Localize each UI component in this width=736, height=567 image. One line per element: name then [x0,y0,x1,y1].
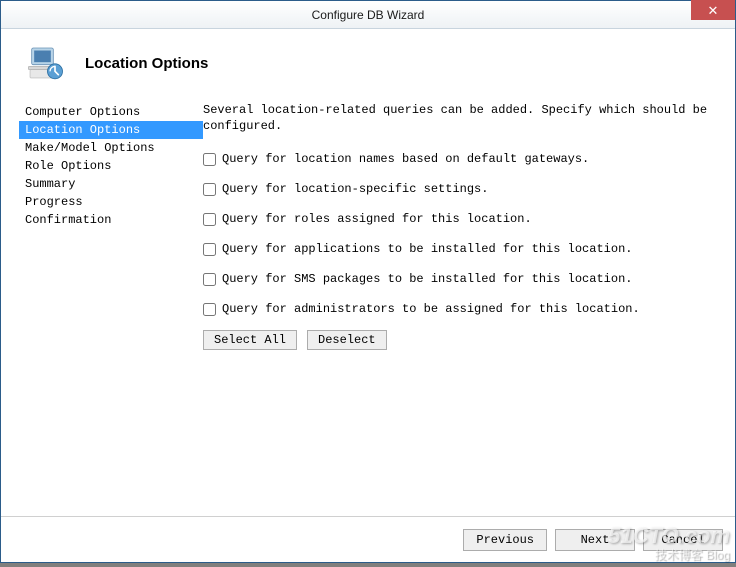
content-area: Location Options Computer Options Locati… [1,29,735,562]
sidebar: Computer Options Location Options Make/M… [19,99,203,516]
computer-icon [25,43,65,83]
select-button-row: Select All Deselect [203,330,717,350]
cancel-button[interactable]: Cancel [643,529,723,551]
label-sms-packages[interactable]: Query for SMS packages to be installed f… [222,272,632,286]
label-settings[interactable]: Query for location-specific settings. [222,182,488,196]
option-row-applications: Query for applications to be installed f… [203,242,717,256]
deselect-button[interactable]: Deselect [307,330,387,350]
sidebar-item-progress[interactable]: Progress [19,193,203,211]
page-title: Location Options [85,55,208,72]
next-button[interactable]: Next [555,529,635,551]
sidebar-item-make-model-options[interactable]: Make/Model Options [19,139,203,157]
option-row-administrators: Query for administrators to be assigned … [203,302,717,316]
footer: Previous Next Cancel [1,516,735,562]
sidebar-item-location-options[interactable]: Location Options [19,121,203,139]
option-row-roles: Query for roles assigned for this locati… [203,212,717,226]
previous-button[interactable]: Previous [463,529,547,551]
label-applications[interactable]: Query for applications to be installed f… [222,242,632,256]
option-row-gateways: Query for location names based on defaul… [203,152,717,166]
checkbox-applications[interactable] [203,243,216,256]
sidebar-item-summary[interactable]: Summary [19,175,203,193]
label-roles[interactable]: Query for roles assigned for this locati… [222,212,532,226]
sidebar-item-role-options[interactable]: Role Options [19,157,203,175]
checkbox-sms-packages[interactable] [203,273,216,286]
label-administrators[interactable]: Query for administrators to be assigned … [222,302,640,316]
label-gateways[interactable]: Query for location names based on defaul… [222,152,589,166]
checkbox-administrators[interactable] [203,303,216,316]
checkbox-roles[interactable] [203,213,216,226]
select-all-button[interactable]: Select All [203,330,297,350]
checkbox-settings[interactable] [203,183,216,196]
description-text: Several location-related queries can be … [203,103,717,134]
wizard-window: Configure DB Wizard ✕ Location Options C… [0,0,736,563]
main-panel: Several location-related queries can be … [203,99,717,516]
checkbox-gateways[interactable] [203,153,216,166]
option-row-sms-packages: Query for SMS packages to be installed f… [203,272,717,286]
titlebar: Configure DB Wizard ✕ [1,1,735,29]
sidebar-item-computer-options[interactable]: Computer Options [19,103,203,121]
header-area: Location Options [1,29,735,99]
body-area: Computer Options Location Options Make/M… [1,99,735,516]
option-row-settings: Query for location-specific settings. [203,182,717,196]
sidebar-item-confirmation[interactable]: Confirmation [19,211,203,229]
window-title: Configure DB Wizard [312,8,425,22]
close-button[interactable]: ✕ [691,0,735,20]
